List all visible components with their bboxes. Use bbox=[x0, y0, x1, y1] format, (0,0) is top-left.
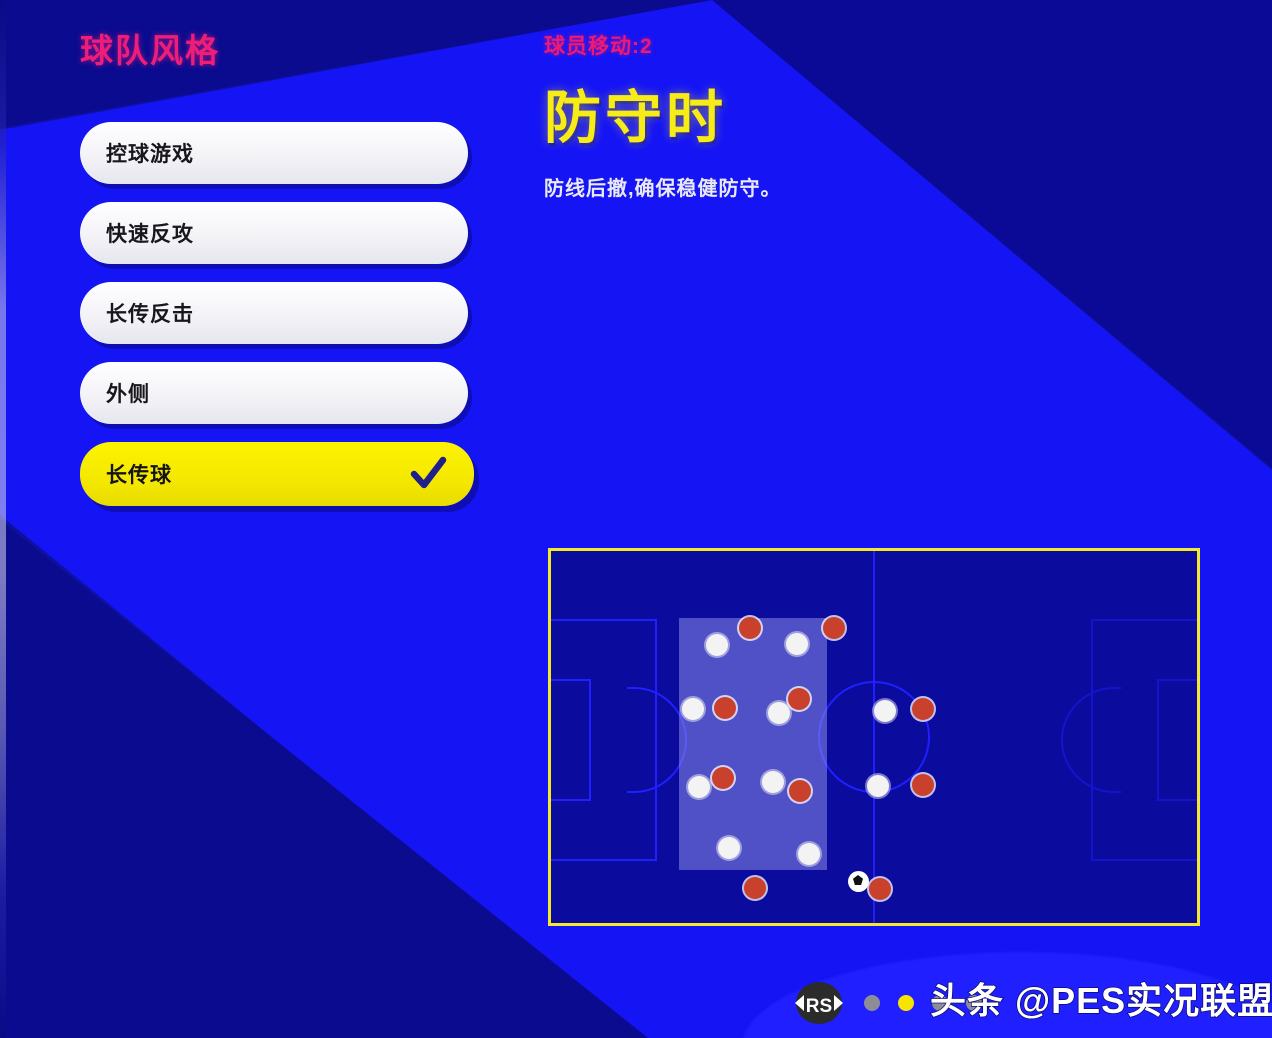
pitch-goal-area-left bbox=[551, 679, 591, 801]
pitch-goal-area-right bbox=[1157, 679, 1197, 801]
style-option-label: 外侧 bbox=[106, 383, 150, 406]
opponent-player-dot bbox=[823, 617, 845, 639]
game-screen: 球队风格 控球游戏 快速反攻 长传反击 外侧 长传球 球员移动:2 防守时 防线… bbox=[0, 0, 1272, 1038]
opponent-player-dot bbox=[714, 697, 736, 719]
own-player-dot bbox=[762, 771, 784, 793]
own-player-dot bbox=[688, 776, 710, 798]
style-option-1[interactable]: 快速反攻 bbox=[80, 202, 468, 264]
page-dot-1[interactable] bbox=[864, 995, 880, 1011]
right-stick-icon[interactable]: RS bbox=[786, 981, 852, 1025]
opponent-player-dot bbox=[869, 878, 891, 900]
own-player-dot bbox=[867, 775, 889, 797]
pitch-penalty-arc-right bbox=[1061, 687, 1121, 793]
phase-description: 防线后撤,确保稳健防守。 bbox=[544, 178, 782, 200]
player-movement-label: 球员移动:2 bbox=[544, 35, 653, 58]
own-player-dot bbox=[798, 843, 820, 865]
opponent-player-dot bbox=[912, 698, 934, 720]
style-option-2[interactable]: 长传反击 bbox=[80, 282, 468, 344]
team-style-list: 控球游戏 快速反攻 长传反击 外侧 长传球 bbox=[80, 122, 474, 524]
opponent-player-dot bbox=[712, 767, 734, 789]
defensive-block-zone bbox=[679, 618, 827, 870]
style-option-label: 快速反攻 bbox=[106, 223, 194, 246]
left-edge-artifact bbox=[0, 0, 6, 1038]
pitch-diagram[interactable] bbox=[548, 548, 1200, 926]
opponent-player-dot bbox=[912, 774, 934, 796]
pitch-penalty-arc-left bbox=[627, 687, 687, 793]
soccer-ball-marker bbox=[848, 871, 869, 892]
opponent-player-dot bbox=[739, 617, 761, 639]
svg-text:RS: RS bbox=[806, 996, 832, 1017]
phase-title: 防守时 bbox=[544, 86, 727, 150]
opponent-player-dot bbox=[789, 780, 811, 802]
own-player-dot bbox=[718, 837, 740, 859]
check-icon bbox=[408, 454, 448, 494]
page-title: 球队风格 bbox=[80, 32, 220, 69]
watermark: 头条 @PES实况联盟 bbox=[929, 979, 1272, 1022]
own-player-dot bbox=[874, 700, 896, 722]
own-player-dot bbox=[786, 633, 808, 655]
style-option-3[interactable]: 外侧 bbox=[80, 362, 468, 424]
style-option-label: 长传反击 bbox=[106, 303, 194, 326]
style-option-label: 控球游戏 bbox=[106, 143, 194, 166]
opponent-player-dot bbox=[744, 877, 766, 899]
pitch-inner bbox=[551, 551, 1197, 923]
own-player-dot bbox=[768, 702, 790, 724]
own-player-dot bbox=[682, 698, 704, 720]
style-option-0[interactable]: 控球游戏 bbox=[80, 122, 468, 184]
style-option-label: 长传球 bbox=[106, 464, 172, 487]
page-dot-2[interactable] bbox=[898, 995, 914, 1011]
opponent-player-dot bbox=[788, 688, 810, 710]
own-player-dot bbox=[706, 634, 728, 656]
style-option-4-selected[interactable]: 长传球 bbox=[80, 442, 474, 506]
